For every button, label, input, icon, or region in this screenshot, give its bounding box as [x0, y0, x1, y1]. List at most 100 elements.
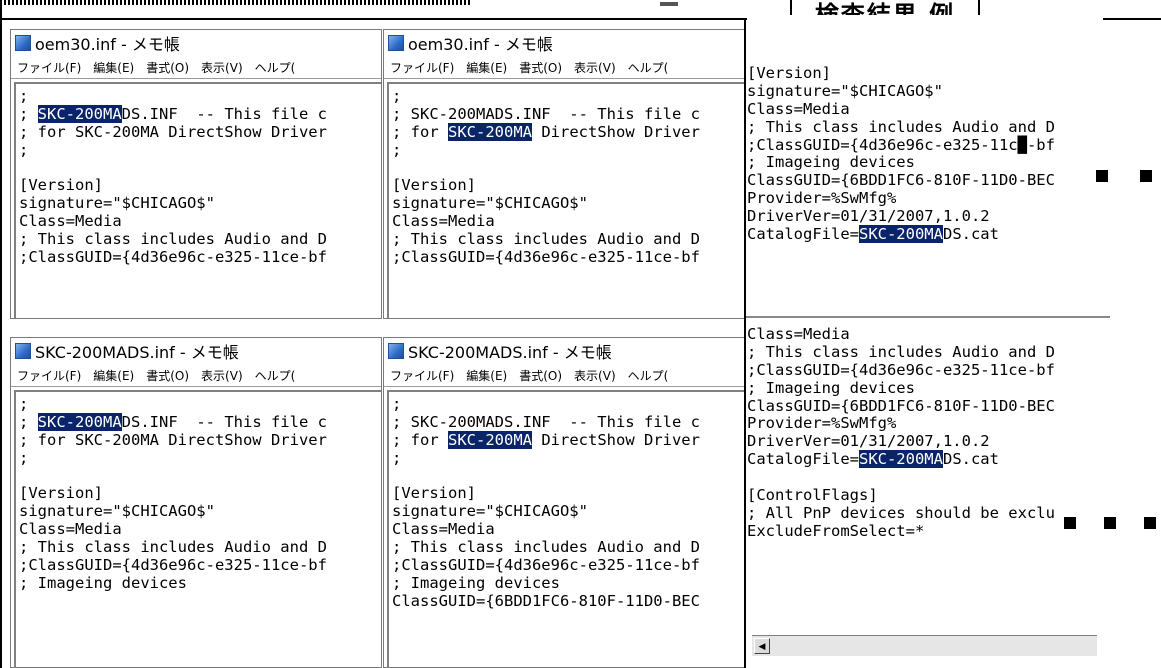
text-editor-area[interactable]: ;; SKC-200MADS.INF -- This file c; for S… [14, 82, 381, 318]
text-segment: Class=Media [747, 99, 850, 118]
text-line [19, 160, 381, 178]
redaction-square [1096, 170, 1108, 182]
text-editor-area[interactable]: ;; SKC-200MADS.INF -- This file c; for S… [387, 390, 744, 667]
menu-file[interactable]: ファイル(F) [384, 367, 460, 384]
text-segment: Provider=%SwMfg% [747, 414, 897, 433]
text-line [392, 160, 744, 178]
menu-help[interactable]: ヘルプ( [249, 367, 302, 384]
text-segment: DS.INF -- This file c [121, 104, 327, 123]
horizontal-scrollbar[interactable]: ◀ [752, 635, 1097, 656]
text-segment: DS.cat [942, 225, 999, 244]
text-line: ; This class includes Audio and D [19, 538, 381, 557]
menu-format[interactable]: 書式(O) [140, 367, 195, 384]
window-title: SKC-200MADS.inf - メモ帳 [35, 343, 239, 362]
text-line: Class=Media [747, 100, 1103, 118]
menu-edit[interactable]: 編集(E) [87, 59, 140, 76]
text-line: Class=Media [747, 325, 1103, 343]
text-segment: [Version] [747, 64, 831, 82]
right-pane-divider [744, 316, 1110, 318]
window-title: SKC-200MADS.inf - メモ帳 [408, 343, 612, 362]
text-segment: signature="$CHICAGO$" [392, 194, 588, 213]
menu-help[interactable]: ヘルプ( [622, 367, 675, 384]
text-line: [ControlFlags] [747, 486, 1103, 504]
text-segment: CatalogFile= [747, 225, 859, 244]
text-segment: ; [19, 412, 38, 431]
text-segment: ; [19, 87, 29, 105]
redaction-square [1144, 517, 1156, 529]
text-line: ; [19, 141, 381, 160]
window-titlebar[interactable]: oem30.inf - メモ帳 [384, 30, 744, 56]
text-segment: ; [392, 448, 402, 467]
notepad-app-icon [388, 35, 404, 51]
top-dash-mark [660, 2, 678, 6]
text-segment: ; for [392, 430, 448, 449]
text-line: ClassGUID={6BDD1FC6-810F-11D0-BEC [392, 592, 744, 611]
menu-edit[interactable]: 編集(E) [460, 59, 513, 76]
text-line: ;ClassGUID={4d36e96c-e325-11ce-bf [392, 248, 744, 267]
text-line: ; for SKC-200MA DirectShow Driver [392, 430, 744, 450]
text-line [19, 468, 381, 486]
window-titlebar[interactable]: oem30.inf - メモ帳 [11, 30, 381, 56]
text-editor-area[interactable]: ;; SKC-200MADS.INF -- This file c; for S… [14, 390, 381, 667]
text-segment: DirectShow Driver [532, 430, 700, 449]
menu-format[interactable]: 書式(O) [140, 59, 195, 76]
text-segment: ; This class includes Audio and D [747, 117, 1055, 136]
text-segment: Class=Media [19, 212, 122, 231]
menu-help[interactable]: ヘルプ( [622, 59, 675, 76]
text-segment: ; [19, 448, 29, 467]
menu-view[interactable]: 表示(V) [568, 59, 622, 76]
text-segment: signature="$CHICAGO$" [392, 502, 588, 521]
menu-file[interactable]: ファイル(F) [11, 59, 87, 76]
text-line [392, 468, 744, 486]
text-segment: ;ClassGUID={4d36e96c-e325-11ce-bf [19, 556, 327, 575]
center-frame-divider [744, 20, 746, 668]
text-line: ; Imageing devices [392, 574, 744, 593]
search-highlight: SKC-200MA [858, 450, 943, 469]
text-line: CatalogFile=SKC-200MADS.cat [747, 450, 1103, 469]
redaction-square [1064, 517, 1076, 529]
menu-format[interactable]: 書式(O) [513, 59, 568, 76]
menu-help[interactable]: ヘルプ( [249, 59, 302, 76]
text-line: [Version] [392, 177, 744, 195]
text-line: Provider=%SwMfg% [747, 189, 1103, 207]
text-line: ;ClassGUID={4d36e96c-e325-11ce-bf [747, 361, 1103, 379]
text-segment: ; for SKC-200MA DirectShow Driver [19, 122, 327, 141]
menu-file[interactable]: ファイル(F) [384, 59, 460, 76]
notepad-app-icon [15, 343, 31, 359]
window-titlebar[interactable]: SKC-200MADS.inf - メモ帳 [384, 338, 744, 364]
text-segment: [Version] [392, 484, 476, 503]
scroll-left-arrow-icon[interactable]: ◀ [754, 638, 770, 654]
text-line: ; Imageing devices [747, 379, 1103, 397]
text-line: signature="$CHICAGO$" [392, 194, 744, 213]
text-line: DriverVer=01/31/2007,1.0.2 [747, 207, 1103, 225]
menu-file[interactable]: ファイル(F) [11, 367, 87, 384]
text-line: ; [392, 141, 744, 160]
text-line: CatalogFile=SKC-200MADS.cat [747, 225, 1103, 244]
right-pane-bottom: Class=Media; This class includes Audio a… [747, 325, 1103, 631]
text-segment: ;ClassGUID={4d36e96c-e325-11ce-bf [747, 360, 1055, 379]
text-segment: CatalogFile= [747, 450, 859, 469]
text-segment: [Version] [19, 484, 103, 503]
menu-edit[interactable]: 編集(E) [87, 367, 140, 384]
text-line: ; All PnP devices should be exclu [747, 504, 1103, 522]
text-line: ; [392, 395, 744, 414]
notepad-app-icon [15, 35, 31, 51]
menu-view[interactable]: 表示(V) [195, 59, 249, 76]
menu-format[interactable]: 書式(O) [513, 367, 568, 384]
text-segment: ; for [392, 122, 448, 141]
text-line: ;ClassGUID={4d36e96c-e325-11ce-bf [19, 248, 381, 267]
menu-view[interactable]: 表示(V) [195, 367, 249, 384]
menu-edit[interactable]: 編集(E) [460, 367, 513, 384]
text-line: DriverVer=01/31/2007,1.0.2 [747, 432, 1103, 450]
text-segment: DriverVer=01/31/2007,1.0.2 [747, 207, 990, 226]
text-segment: ; All PnP devices should be exclu [747, 503, 1055, 522]
text-editor-area[interactable]: ;; SKC-200MADS.INF -- This file c; for S… [387, 82, 744, 318]
text-line: ; [392, 87, 744, 106]
text-segment: ; This class includes Audio and D [392, 538, 700, 557]
window-titlebar[interactable]: SKC-200MADS.inf - メモ帳 [11, 338, 381, 364]
text-line: ; for SKC-200MA DirectShow Driver [19, 431, 381, 450]
menu-view[interactable]: 表示(V) [568, 367, 622, 384]
menu-bar: ファイル(F) 編集(E) 書式(O) 表示(V) ヘルプ( [384, 364, 744, 387]
text-segment: [Version] [392, 176, 476, 195]
text-segment: Class=Media [747, 325, 850, 343]
